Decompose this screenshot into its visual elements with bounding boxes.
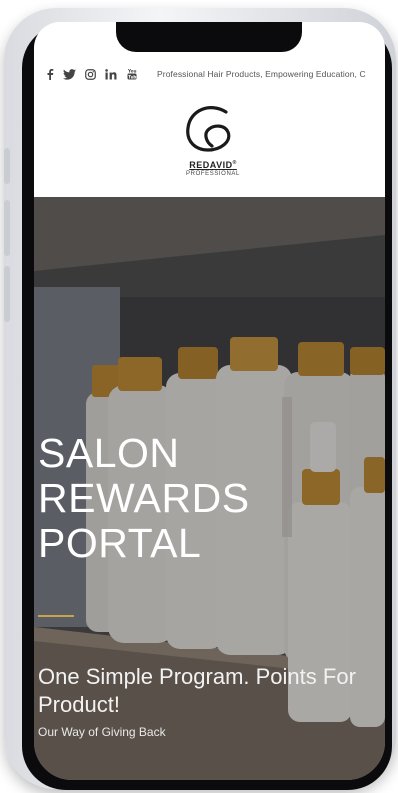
phone-side-button [4, 200, 10, 256]
twitter-icon[interactable] [63, 68, 76, 80]
top-bar: YouTube Professional Hair Products, Empo… [34, 62, 385, 86]
social-links: YouTube [34, 68, 137, 80]
brand-name: REDAVID® [158, 160, 268, 170]
svg-text:Tube: Tube [128, 74, 137, 79]
header-tagline: Professional Hair Products, Empowering E… [157, 69, 366, 79]
youtube-icon[interactable]: YouTube [127, 68, 137, 80]
brand-trademark: ® [232, 160, 237, 166]
phone-side-button [4, 266, 10, 322]
hero-subtitle: One Simple Program. Points For Product! [38, 664, 356, 717]
svg-text:You: You [127, 69, 137, 74]
phone-screen: YouTube Professional Hair Products, Empo… [34, 22, 385, 780]
brand-name-text: REDAVID [189, 160, 233, 170]
phone-side-button [4, 148, 10, 184]
hero-tagline: Our Way of Giving Back [38, 725, 166, 739]
hero-banner: SALON REWARDS PORTAL One Simple Program.… [34, 197, 385, 780]
phone-notch [116, 22, 302, 52]
instagram-icon[interactable] [85, 68, 96, 80]
hero-title: SALON REWARDS PORTAL [38, 430, 250, 566]
facebook-icon[interactable] [46, 68, 54, 80]
brand-wordmark: REDAVID® PROFESSIONAL [158, 160, 268, 177]
brand-subtitle: PROFESSIONAL [186, 171, 240, 177]
hero-divider [38, 615, 74, 617]
linkedin-icon[interactable] [105, 68, 118, 80]
